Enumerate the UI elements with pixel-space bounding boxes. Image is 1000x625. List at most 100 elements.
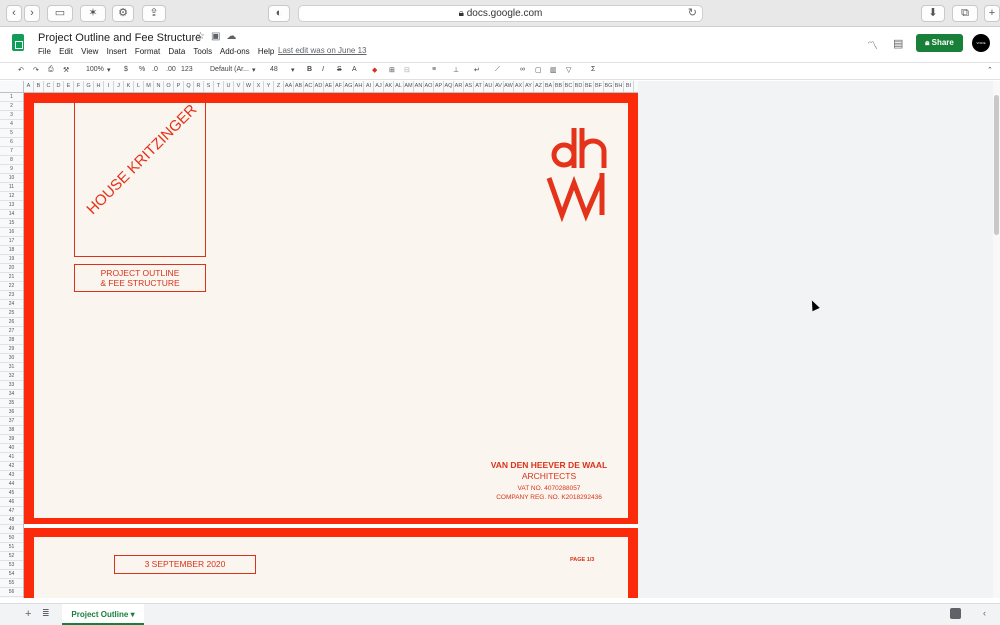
column-header[interactable]: BC	[564, 81, 574, 92]
italic-button[interactable]: I	[322, 66, 324, 73]
row-header[interactable]: 36	[0, 408, 23, 417]
menu-edit[interactable]: Edit	[59, 47, 73, 56]
column-header[interactable]: BG	[604, 81, 614, 92]
row-header[interactable]: 28	[0, 336, 23, 345]
chevron-down-icon[interactable]: ▾	[291, 66, 295, 74]
add-sheet-icon[interactable]: +	[25, 608, 31, 620]
text-wrap-icon[interactable]: ↵	[474, 66, 480, 74]
row-header[interactable]: 4	[0, 120, 23, 129]
column-header[interactable]: N	[154, 81, 164, 92]
collapse-toolbar-icon[interactable]: ⌃	[987, 66, 993, 74]
share-sheet-icon[interactable]: ⇪	[142, 5, 166, 22]
align-horizontal-icon[interactable]: ≡	[432, 66, 436, 73]
column-header[interactable]: X	[254, 81, 264, 92]
row-header[interactable]: 7	[0, 147, 23, 156]
column-header[interactable]: AS	[464, 81, 474, 92]
column-header[interactable]: AE	[324, 81, 334, 92]
document-title[interactable]: Project Outline and Fee Structure	[38, 32, 201, 44]
column-header[interactable]: AK	[384, 81, 394, 92]
row-header[interactable]: 12	[0, 192, 23, 201]
column-header[interactable]: AC	[304, 81, 314, 92]
text-rotation-icon[interactable]: ⟋	[495, 66, 500, 74]
row-header[interactable]: 21	[0, 273, 23, 282]
column-header[interactable]: L	[134, 81, 144, 92]
column-header[interactable]: AN	[414, 81, 424, 92]
column-header[interactable]: O	[164, 81, 174, 92]
forward-button[interactable]: ›	[24, 5, 40, 22]
zoom-select[interactable]: 100%	[86, 66, 104, 73]
column-header[interactable]: BE	[584, 81, 594, 92]
column-header[interactable]: C	[44, 81, 54, 92]
move-folder-icon[interactable]: ▣	[211, 31, 226, 42]
reload-icon[interactable]: ↻	[688, 6, 697, 21]
column-header[interactable]: BA	[544, 81, 554, 92]
activity-trend-icon[interactable]: 〽	[867, 37, 878, 53]
column-header[interactable]: H	[94, 81, 104, 92]
column-header[interactable]: Y	[264, 81, 274, 92]
column-header[interactable]: BD	[574, 81, 584, 92]
column-header[interactable]: AB	[294, 81, 304, 92]
row-header[interactable]: 15	[0, 219, 23, 228]
share-button[interactable]: 🔒︎ Share	[916, 34, 963, 52]
column-header[interactable]: D	[54, 81, 64, 92]
row-header[interactable]: 49	[0, 525, 23, 534]
last-edit-link[interactable]: Last edit was on June 13	[278, 46, 367, 55]
strikethrough-button[interactable]: S	[337, 66, 342, 73]
row-header[interactable]: 34	[0, 390, 23, 399]
column-header[interactable]: AQ	[444, 81, 454, 92]
row-header[interactable]: 56	[0, 588, 23, 597]
borders-icon[interactable]: ⊞	[389, 66, 395, 74]
column-header[interactable]: AZ	[534, 81, 544, 92]
column-header[interactable]: AM	[404, 81, 414, 92]
column-header[interactable]: AU	[484, 81, 494, 92]
column-header[interactable]: AO	[424, 81, 434, 92]
text-color-button[interactable]: A	[352, 66, 357, 73]
column-header[interactable]: AL	[394, 81, 404, 92]
row-header[interactable]: 35	[0, 399, 23, 408]
sheet-content[interactable]: HOUSE KRITZINGER PROJECT OUTLINE & FEE S…	[24, 93, 638, 598]
new-tab-icon[interactable]: +	[984, 5, 1000, 22]
tab-project-outline[interactable]: Project Outline ▾	[62, 604, 144, 625]
collapse-side-panel-icon[interactable]: ‹	[983, 608, 986, 618]
column-header[interactable]: T	[214, 81, 224, 92]
font-size-select[interactable]: 48	[270, 66, 278, 73]
row-header[interactable]: 52	[0, 552, 23, 561]
insert-link-icon[interactable]: ∞	[520, 66, 525, 73]
currency-format[interactable]: $	[124, 66, 128, 73]
merge-cells-icon[interactable]: ⊟	[404, 66, 410, 74]
row-header[interactable]: 45	[0, 489, 23, 498]
menu-addons[interactable]: Add-ons	[220, 47, 250, 56]
menu-format[interactable]: Format	[135, 47, 160, 56]
row-header[interactable]: 13	[0, 201, 23, 210]
row-header[interactable]: 33	[0, 381, 23, 390]
menu-view[interactable]: View	[81, 47, 98, 56]
vertical-scrollbar[interactable]	[993, 81, 1000, 598]
redo-icon[interactable]: ↷	[33, 66, 39, 74]
row-header[interactable]: 14	[0, 210, 23, 219]
column-header[interactable]: AJ	[374, 81, 384, 92]
chevron-down-icon[interactable]: ▾	[107, 66, 111, 74]
column-header[interactable]: M	[144, 81, 154, 92]
row-header[interactable]: 22	[0, 282, 23, 291]
comments-icon[interactable]: ▤	[893, 37, 903, 50]
column-header[interactable]: AD	[314, 81, 324, 92]
column-header[interactable]: R	[194, 81, 204, 92]
row-header[interactable]: 1	[0, 93, 23, 102]
settings-icon[interactable]: ⚙	[112, 5, 134, 22]
align-vertical-icon[interactable]: ⊥	[453, 66, 459, 74]
column-header[interactable]: AA	[284, 81, 294, 92]
privacy-icon[interactable]: ◐	[268, 5, 290, 22]
row-header[interactable]: 24	[0, 300, 23, 309]
column-header[interactable]: AW	[504, 81, 514, 92]
increase-decimals[interactable]: .00	[166, 66, 176, 73]
row-header[interactable]: 29	[0, 345, 23, 354]
row-header[interactable]: 39	[0, 435, 23, 444]
menu-data[interactable]: Data	[168, 47, 185, 56]
scrollbar-thumb[interactable]	[994, 95, 999, 235]
percent-format[interactable]: %	[139, 66, 145, 73]
select-all-corner[interactable]	[0, 81, 24, 93]
menu-insert[interactable]: Insert	[107, 47, 127, 56]
row-header[interactable]: 44	[0, 480, 23, 489]
row-header[interactable]: 46	[0, 498, 23, 507]
decrease-decimals[interactable]: .0	[152, 66, 158, 73]
